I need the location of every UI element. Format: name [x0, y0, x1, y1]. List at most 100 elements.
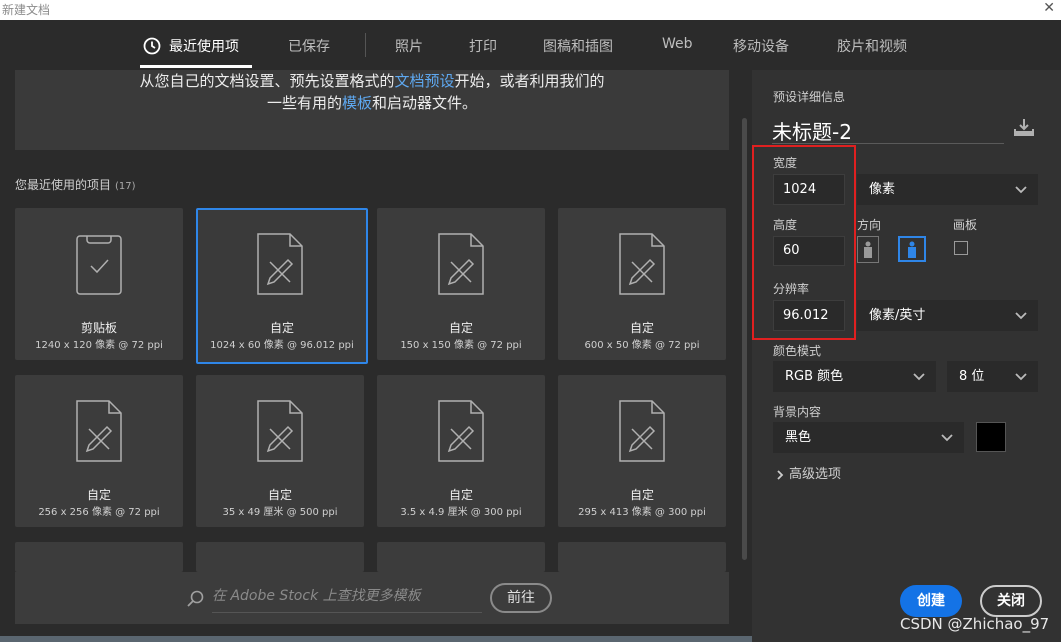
close-button[interactable]: 关闭 [980, 585, 1042, 617]
clock-icon [143, 37, 161, 55]
save-preset-icon[interactable] [1013, 117, 1035, 137]
item-name: 自定 [448, 321, 473, 335]
tab-recent[interactable]: 最近使用项 [169, 36, 239, 56]
item-name: 自定 [629, 488, 654, 502]
item-name: 自定 [629, 321, 654, 335]
preset-details-heading: 预设详细信息 [773, 90, 846, 104]
item-dimensions: 256 x 256 像素 @ 72 ppi [38, 507, 160, 518]
recent-item-card-partial[interactable] [558, 542, 726, 572]
background-value: 黑色 [785, 430, 812, 445]
item-dimensions: 35 x 49 厘米 @ 500 ppi [222, 507, 338, 518]
recent-item-card-selected[interactable]: 自定 1024 x 60 像素 @ 96.012 ppi [196, 208, 368, 364]
tab-web[interactable]: Web [662, 36, 693, 52]
document-name-input[interactable]: 未标题-2 [772, 116, 1004, 144]
intro-line-1: 从您自己的文档设置、预先设置格式的文档预设开始，或者利用我们的 [15, 70, 729, 91]
recent-items-heading: 您最近使用的项目 (17) [15, 176, 136, 193]
recent-item-card[interactable]: 自定 3.5 x 4.9 厘米 @ 300 ppi [377, 375, 545, 527]
go-button[interactable]: 前往 [490, 583, 552, 613]
intro-text: 开始，或者利用我们的 [454, 72, 605, 90]
chevron-right-icon [777, 469, 784, 480]
recent-item-card[interactable]: 自定 256 x 256 像素 @ 72 ppi [15, 375, 183, 527]
intro-text: 一些有用的 [266, 94, 342, 112]
clipboard-icon [76, 235, 122, 295]
orientation-label: 方向 [857, 218, 882, 232]
custom-doc-icon [76, 400, 122, 462]
background-color-swatch[interactable] [976, 422, 1006, 452]
stock-search-input[interactable]: 在 Adobe Stock 上查找更多模板 [212, 585, 482, 613]
item-dimensions: 3.5 x 4.9 厘米 @ 300 ppi [400, 507, 522, 518]
portrait-orientation-button[interactable] [857, 236, 879, 263]
window-titlebar [0, 0, 1061, 20]
highlight-annotation-box [752, 145, 856, 340]
recent-scrollbar[interactable] [742, 118, 747, 560]
item-name: 自定 [86, 488, 111, 502]
intro-text: 从您自己的文档设置、预先设置格式的 [139, 72, 395, 90]
item-dimensions: 600 x 50 像素 @ 72 ppi [584, 340, 700, 351]
landscape-orientation-button[interactable] [898, 236, 926, 262]
intro-line-2: 一些有用的模板和启动器文件。 [15, 92, 729, 113]
resolution-unit-value: 像素/英寸 [869, 308, 926, 323]
recent-item-card[interactable]: 自定 150 x 150 像素 @ 72 ppi [377, 208, 545, 360]
background-label: 背景内容 [773, 405, 822, 419]
custom-doc-icon [257, 233, 303, 295]
tab-saved[interactable]: 已保存 [288, 36, 330, 56]
custom-doc-icon [257, 400, 303, 462]
desktop-strip [0, 636, 752, 642]
artboard-label: 画板 [953, 218, 978, 232]
tab-film-video[interactable]: 胶片和视频 [837, 36, 907, 56]
template-link[interactable]: 模板 [342, 94, 372, 112]
color-mode-select[interactable]: RGB 颜色 [773, 361, 936, 392]
custom-doc-icon [619, 233, 665, 295]
width-unit-select[interactable]: 像素 [857, 174, 1038, 205]
recent-item-card-partial[interactable] [15, 542, 183, 572]
color-mode-label: 颜色模式 [773, 344, 822, 358]
doc-preset-link[interactable]: 文档预设 [394, 72, 454, 90]
create-button[interactable]: 创建 [900, 585, 962, 617]
chevron-down-icon [913, 373, 925, 381]
window-close-icon[interactable]: ✕ [1043, 0, 1055, 16]
recent-item-card[interactable]: 自定 35 x 49 厘米 @ 500 ppi [196, 375, 364, 527]
item-dimensions: 1024 x 60 像素 @ 96.012 ppi [210, 340, 354, 351]
recent-item-card-partial[interactable] [377, 542, 545, 572]
active-tab-indicator [140, 65, 252, 68]
tab-divider [365, 33, 366, 57]
item-name: 自定 [267, 488, 292, 502]
tab-print[interactable]: 打印 [469, 36, 497, 56]
window-title: 新建文档 [2, 3, 51, 17]
resolution-unit-select[interactable]: 像素/英寸 [857, 300, 1038, 331]
intro-text: 和启动器文件。 [372, 94, 478, 112]
chevron-down-icon [941, 434, 953, 442]
search-icon [187, 590, 204, 607]
background-select[interactable]: 黑色 [773, 422, 964, 453]
person-icon [864, 241, 872, 258]
chevron-down-icon [1015, 186, 1027, 194]
chevron-down-icon [1015, 373, 1027, 381]
watermark-text: CSDN @Zhichao_97 [900, 615, 1050, 633]
recent-item-card-partial[interactable] [196, 542, 364, 572]
intro-banner: 从您自己的文档设置、预先设置格式的文档预设开始，或者利用我们的 一些有用的模板和… [15, 70, 729, 150]
item-dimensions: 295 x 413 像素 @ 300 ppi [578, 507, 706, 518]
recent-item-card[interactable]: 剪贴板 1240 x 120 像素 @ 72 ppi [15, 208, 183, 360]
recent-item-card[interactable]: 自定 600 x 50 像素 @ 72 ppi [558, 208, 726, 360]
width-unit-value: 像素 [869, 182, 896, 197]
tab-art-illustration[interactable]: 图稿和插图 [543, 36, 613, 56]
recent-label-text: 您最近使用的项目 [15, 178, 112, 192]
item-name: 剪贴板 [80, 321, 117, 335]
bit-depth-value: 8 位 [959, 369, 985, 384]
advanced-options-label: 高级选项 [789, 467, 842, 482]
artboard-checkbox[interactable] [954, 241, 968, 255]
custom-doc-icon [438, 400, 484, 462]
item-dimensions: 150 x 150 像素 @ 72 ppi [400, 340, 522, 351]
bit-depth-select[interactable]: 8 位 [947, 361, 1038, 392]
item-dimensions: 1240 x 120 像素 @ 72 ppi [35, 340, 163, 351]
custom-doc-icon [438, 233, 484, 295]
person-icon [908, 241, 916, 258]
recent-count: (17) [115, 181, 136, 192]
tab-mobile[interactable]: 移动设备 [733, 36, 789, 56]
tab-photo[interactable]: 照片 [395, 36, 423, 56]
chevron-down-icon [1015, 312, 1027, 320]
advanced-options-toggle[interactable]: 高级选项 [776, 463, 841, 482]
recent-item-card[interactable]: 自定 295 x 413 像素 @ 300 ppi [558, 375, 726, 527]
item-name: 自定 [448, 488, 473, 502]
item-name: 自定 [269, 321, 294, 335]
